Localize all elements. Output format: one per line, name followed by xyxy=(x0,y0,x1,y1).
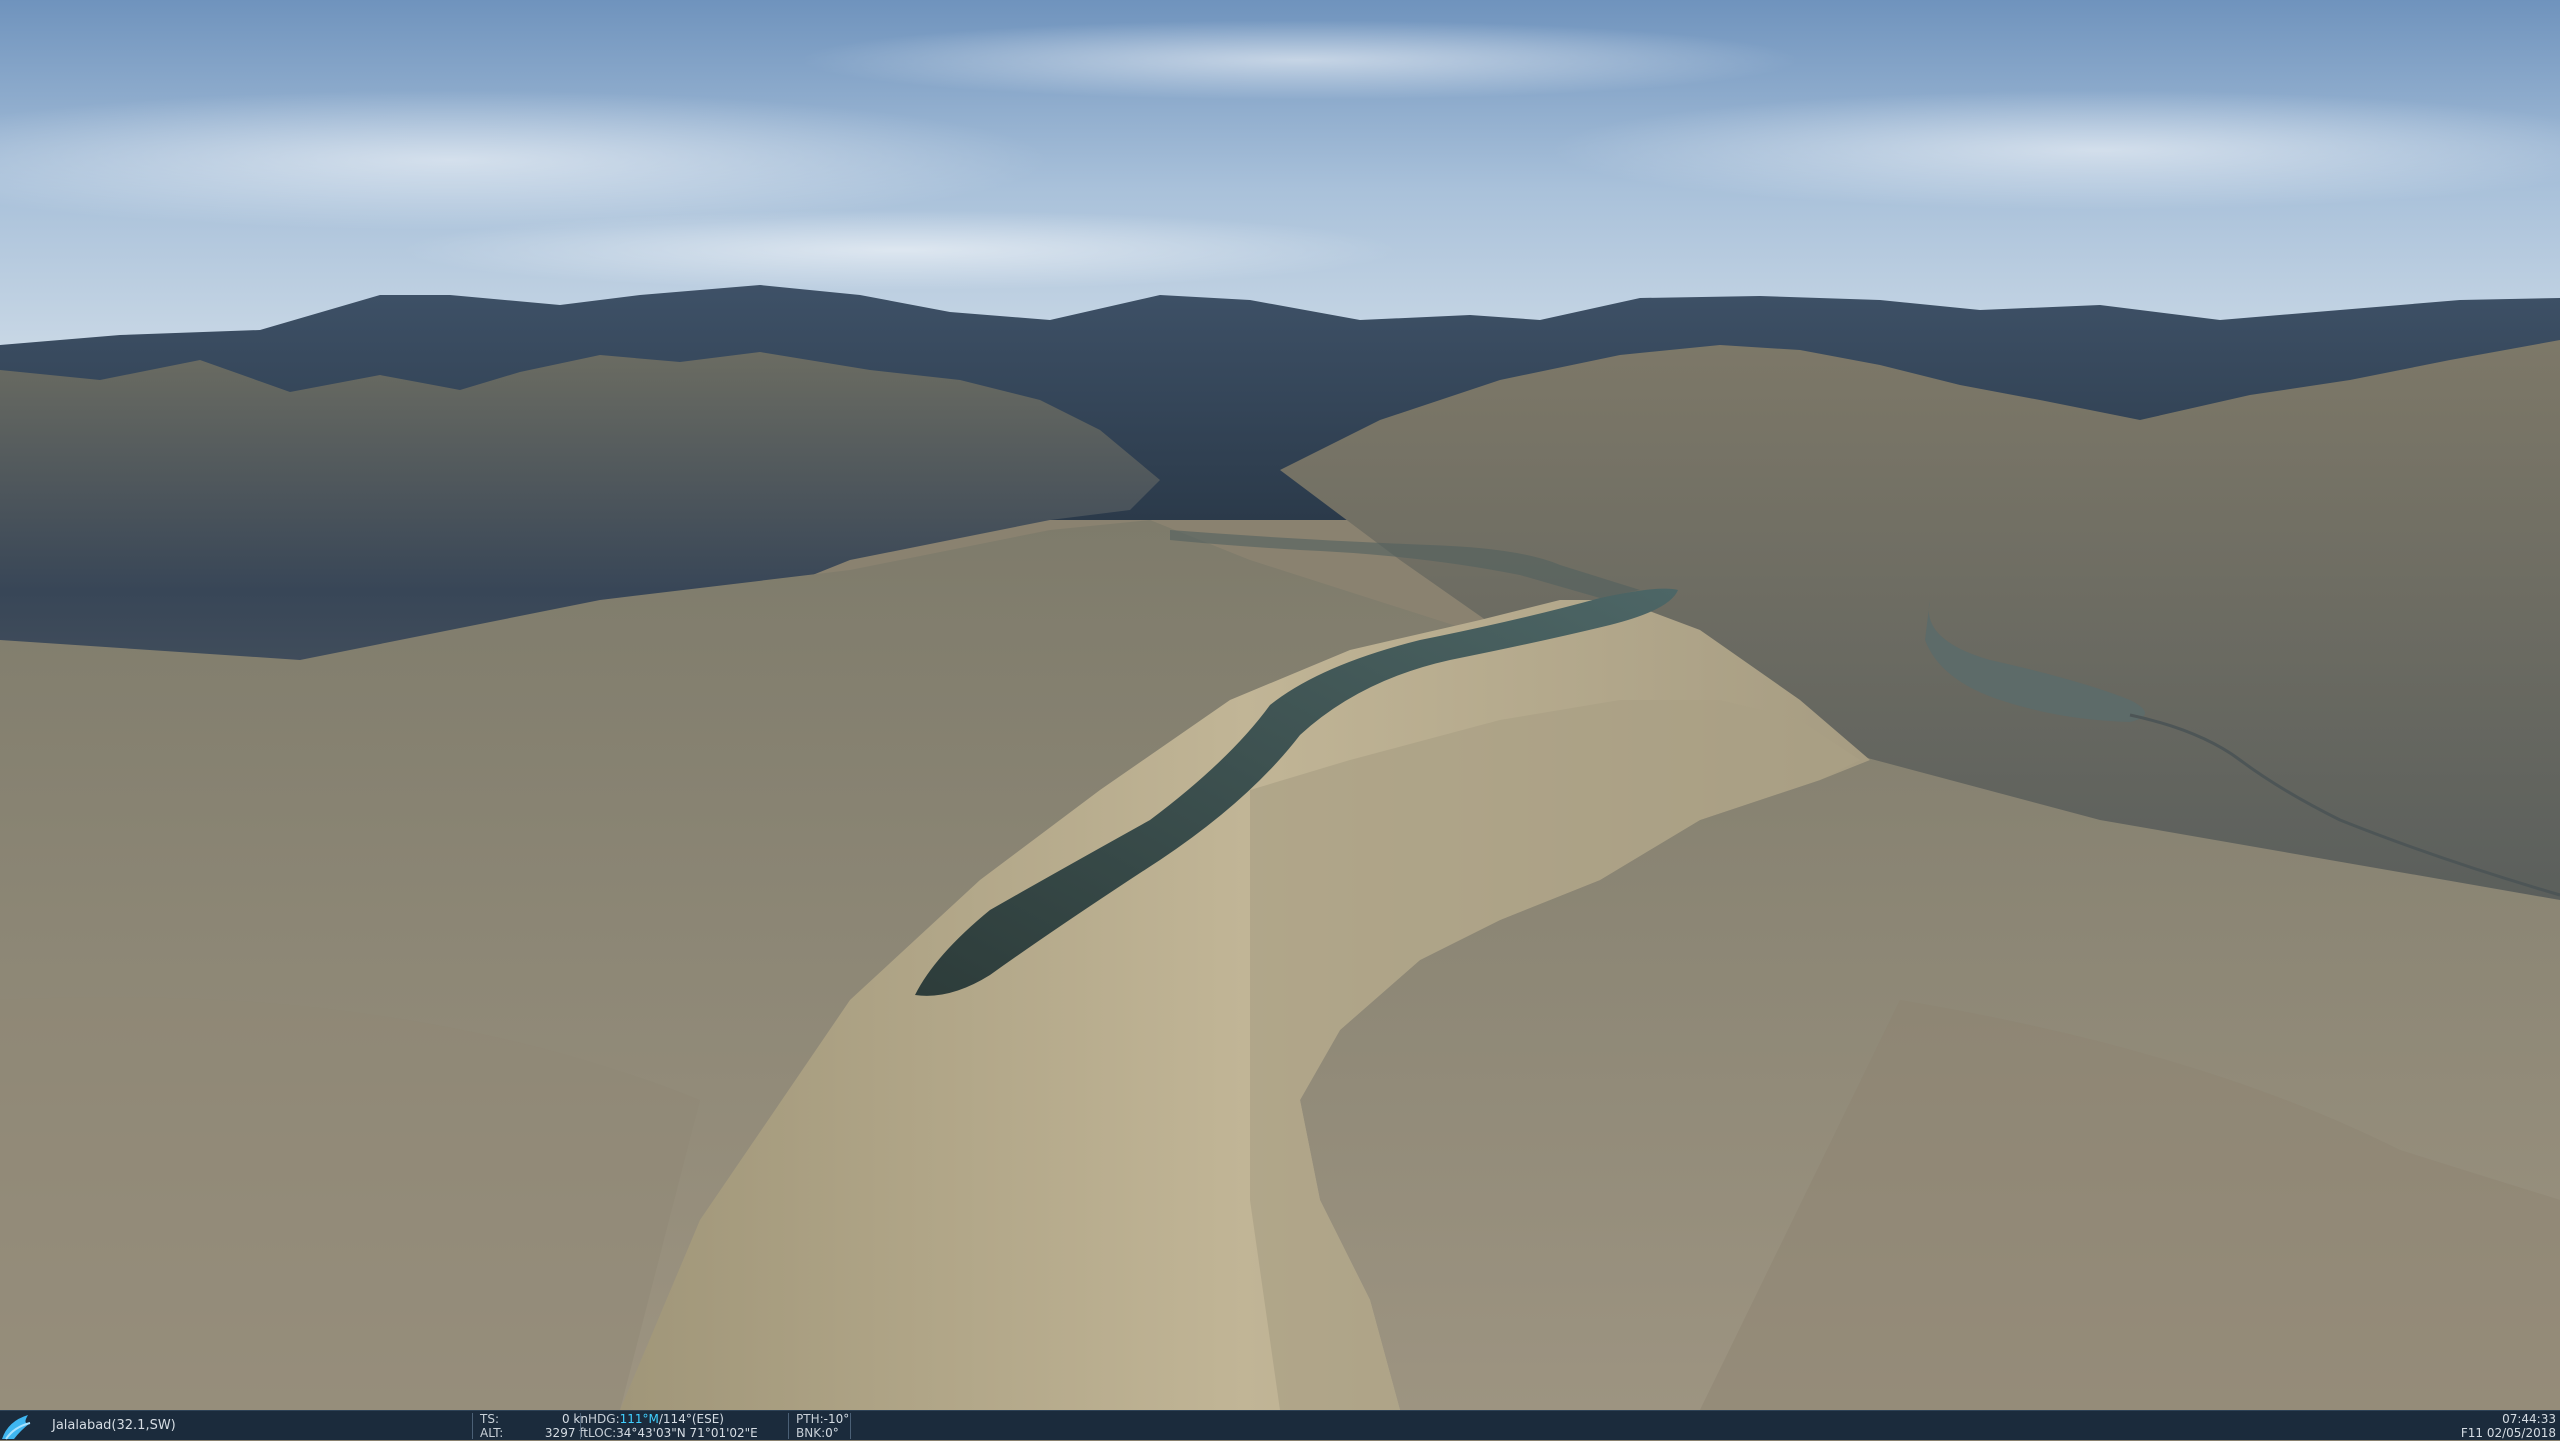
separator xyxy=(788,1413,789,1439)
speed-altitude-block: TS: 0 kn ALT: 3297 ft xyxy=(480,1411,588,1441)
hdg-magnetic: 111°M xyxy=(619,1412,659,1426)
cloud xyxy=(400,210,1400,290)
bnk-value: 0° xyxy=(825,1426,839,1440)
ts-value: 0 kn xyxy=(561,1412,588,1426)
pth-value: -10° xyxy=(823,1412,850,1426)
clock-time: 07:44:33 xyxy=(2502,1412,2556,1426)
separator xyxy=(580,1413,581,1439)
attitude-block: PTH: -10° BNK: 0° xyxy=(796,1411,876,1441)
cloud xyxy=(800,20,1800,100)
bnk-label: BNK: xyxy=(796,1426,826,1440)
heading-location-block: HDG: 111°M /114°(ESE) LOC: 34°43'03"N 71… xyxy=(588,1411,788,1441)
separator xyxy=(472,1413,473,1439)
loc-label: LOC: xyxy=(588,1426,617,1440)
clock-block: 07:44:33 F11 02/05/2018 xyxy=(2461,1412,2556,1440)
pth-label: PTH: xyxy=(796,1412,824,1426)
loc-value: 34°43'03"N 71°01'02"E xyxy=(616,1426,758,1440)
clock-date: F11 02/05/2018 xyxy=(2460,1426,2556,1440)
map-name: Jalalabad(32.1,SW) xyxy=(52,1418,176,1433)
hdg-true: /114°(ESE) xyxy=(658,1412,724,1426)
wing-logo-icon xyxy=(2,1415,31,1440)
status-bar: Jalalabad(32.1,SW) TS: 0 kn ALT: 3297 ft… xyxy=(0,1410,2560,1440)
hdg-label: HDG: xyxy=(588,1412,620,1426)
terrain-viewport[interactable] xyxy=(0,0,2560,1410)
separator xyxy=(850,1413,851,1439)
ts-label: TS: xyxy=(480,1412,499,1426)
alt-value: 3297 ft xyxy=(544,1426,588,1440)
alt-label: ALT: xyxy=(480,1426,504,1440)
terrain-scene xyxy=(0,0,2560,1410)
